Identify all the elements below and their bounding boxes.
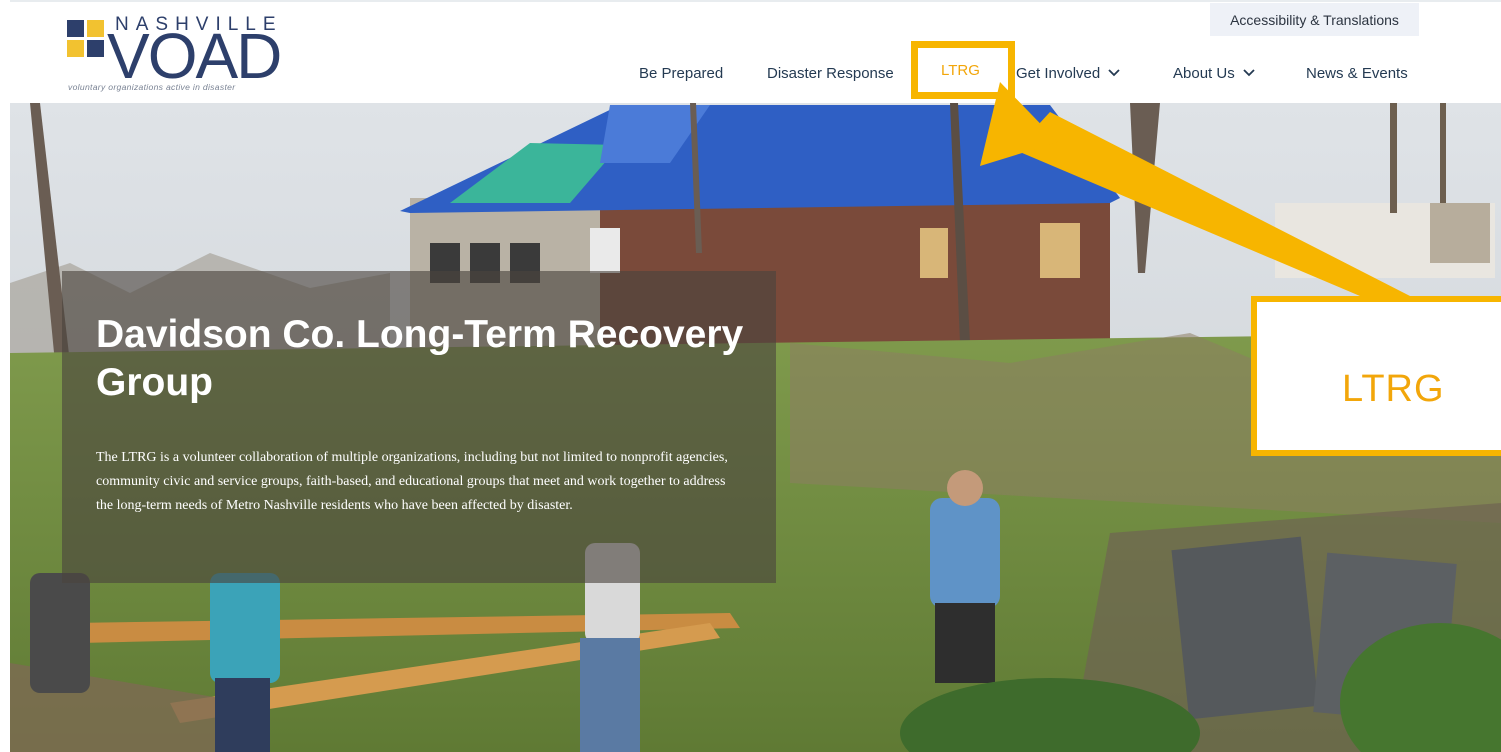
ltrg-zoom-label: LTRG xyxy=(1342,368,1445,410)
